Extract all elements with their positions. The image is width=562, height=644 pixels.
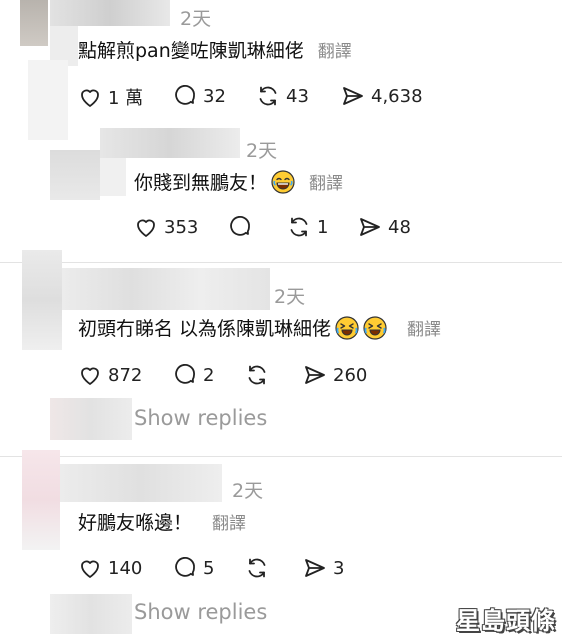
comment-text: 初頭冇睇名 以為係陳凱琳細佬 翻譯 bbox=[78, 314, 441, 341]
repost-icon bbox=[248, 558, 266, 578]
translate-link[interactable]: 翻譯 bbox=[318, 42, 352, 62]
comment-time: 2天 bbox=[274, 286, 306, 308]
comment-time: 2天 bbox=[232, 480, 264, 502]
send-icon bbox=[305, 366, 325, 384]
share-count: 4,638 bbox=[371, 85, 423, 107]
username[interactable] bbox=[60, 464, 222, 502]
blur-block bbox=[28, 60, 68, 140]
repost-button[interactable]: 43 bbox=[256, 84, 309, 108]
reply-button[interactable]: 32 bbox=[173, 84, 226, 108]
repost-button[interactable]: 1 bbox=[287, 215, 328, 239]
reply-button[interactable]: 5 bbox=[173, 556, 214, 580]
comment-bubble-icon bbox=[175, 84, 195, 105]
share-button[interactable]: 260 bbox=[303, 363, 367, 387]
avatar[interactable] bbox=[20, 0, 48, 46]
like-count: 353 bbox=[164, 216, 199, 238]
reply-count: 2 bbox=[203, 364, 215, 386]
comment-text: 點解煎pan變咗陳凱琳細佬 翻譯 bbox=[78, 36, 352, 63]
repost-count: 43 bbox=[286, 85, 309, 107]
comment-text: 你賤到無鵬友！ bbox=[134, 172, 268, 194]
blur-block bbox=[100, 158, 126, 196]
comment-text: 初頭冇睇名 以為係陳凱琳細佬 bbox=[78, 318, 332, 340]
comment-bubble-icon bbox=[175, 556, 195, 577]
avatar[interactable] bbox=[22, 450, 60, 550]
heart-icon bbox=[81, 89, 99, 107]
divider bbox=[0, 262, 562, 263]
comment-text: 你賤到無鵬友！ 翻譯 bbox=[134, 168, 343, 195]
avatar[interactable] bbox=[22, 250, 62, 350]
share-count: 260 bbox=[333, 364, 368, 386]
reply-avatars bbox=[50, 594, 132, 634]
reply-count: 5 bbox=[203, 557, 215, 579]
send-icon bbox=[305, 559, 325, 577]
repost-button[interactable] bbox=[245, 556, 275, 580]
comment-bubble-icon bbox=[230, 215, 250, 236]
heart-icon bbox=[81, 367, 99, 385]
avatar[interactable] bbox=[50, 150, 100, 200]
repost-icon bbox=[259, 86, 277, 106]
divider bbox=[0, 456, 562, 457]
share-button[interactable]: 48 bbox=[358, 215, 411, 239]
show-replies-link[interactable]: Show replies bbox=[134, 600, 267, 624]
like-button[interactable]: 1 萬 bbox=[78, 84, 143, 110]
comment-text: 好鵬友喺邊！ 翻譯 bbox=[78, 508, 246, 535]
username[interactable] bbox=[50, 0, 170, 26]
comment-time: 2天 bbox=[246, 140, 278, 162]
username[interactable] bbox=[62, 268, 270, 310]
translate-link[interactable]: 翻譯 bbox=[212, 514, 246, 534]
repost-count: 1 bbox=[317, 216, 329, 238]
translate-link[interactable]: 翻譯 bbox=[407, 315, 441, 340]
like-button[interactable]: 353 bbox=[134, 215, 198, 239]
share-button[interactable]: 3 bbox=[303, 556, 344, 580]
comment-time: 2天 bbox=[180, 8, 212, 30]
send-icon bbox=[343, 87, 363, 105]
repost-button[interactable] bbox=[245, 363, 275, 387]
repost-icon bbox=[290, 217, 308, 237]
comment-bubble-icon bbox=[175, 363, 195, 384]
translate-link[interactable]: 翻譯 bbox=[309, 169, 343, 194]
laughing-face-emoji bbox=[335, 315, 359, 340]
heart-icon bbox=[81, 560, 99, 578]
reply-count: 32 bbox=[203, 85, 226, 107]
reply-avatars bbox=[50, 398, 132, 440]
comment-text: 好鵬友喺邊！ bbox=[78, 512, 193, 534]
laughing-face-emoji bbox=[363, 315, 387, 340]
reply-button[interactable] bbox=[228, 215, 258, 239]
repost-icon bbox=[248, 365, 266, 385]
like-count: 1 萬 bbox=[108, 88, 144, 109]
share-count: 3 bbox=[333, 557, 345, 579]
send-icon bbox=[360, 218, 380, 236]
username[interactable] bbox=[100, 128, 240, 158]
watermark-logo: 星島頭條 bbox=[456, 607, 556, 635]
share-button[interactable]: 4,638 bbox=[341, 84, 423, 108]
show-replies-link[interactable]: Show replies bbox=[134, 406, 267, 430]
reply-button[interactable]: 2 bbox=[173, 363, 214, 387]
like-count: 872 bbox=[108, 364, 143, 386]
joy-face-emoji bbox=[271, 169, 295, 194]
like-button[interactable]: 872 bbox=[78, 363, 142, 387]
like-count: 140 bbox=[108, 557, 143, 579]
like-button[interactable]: 140 bbox=[78, 556, 142, 580]
heart-icon bbox=[137, 219, 155, 237]
share-count: 48 bbox=[388, 216, 411, 238]
comment-text: 點解煎pan變咗陳凱琳細佬 bbox=[78, 40, 304, 62]
